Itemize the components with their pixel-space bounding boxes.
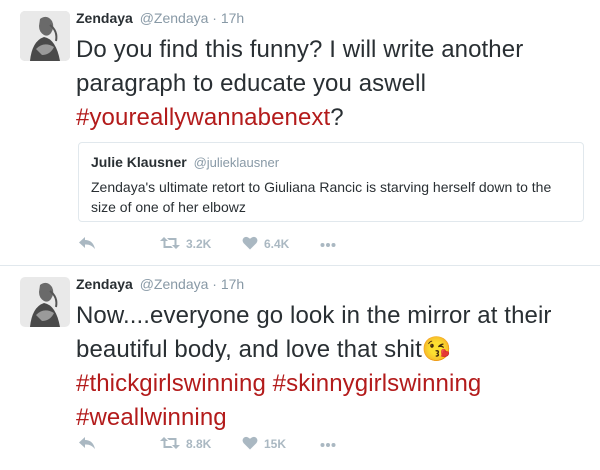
tweet-text-part: Do you find this funny? I will write ano… [76,36,524,97]
avatar[interactable] [20,277,70,327]
more-button[interactable] [320,234,336,254]
like-button[interactable]: 15K [242,434,286,454]
tweet-text: Do you find this funny? I will write ano… [76,33,586,135]
more-icon [320,237,336,251]
avatar[interactable] [20,11,70,61]
separator-dot: · [212,10,217,26]
tweet-actions: 3.2K 6.4K [76,234,476,254]
retweet-count: 8.8K [186,437,212,451]
retweet-count: 3.2K [186,237,212,251]
like-count: 6.4K [264,237,290,251]
display-name[interactable]: Zendaya [76,10,133,26]
reply-icon [78,436,96,453]
tweet-text-part: Now....everyone go look in the mirror at… [76,302,552,363]
quoted-display-name: Julie Klausner [91,154,187,170]
quoted-user-handle: @julieklausner [193,155,280,170]
tweet-header: Zendaya @Zendaya · 17h [76,9,244,27]
like-count: 15K [264,437,287,451]
heart-icon [242,236,258,253]
more-button[interactable] [320,434,336,454]
timestamp[interactable]: 17h [221,276,244,292]
separator-dot: · [212,276,217,292]
retweet-button[interactable]: 8.8K [160,434,211,454]
user-handle[interactable]: @Zendaya [140,276,209,292]
reply-icon [78,236,96,253]
hashtag-link[interactable]: #weallwinning [76,404,227,431]
hashtag-link[interactable]: #skinnygirlswinning [273,370,482,397]
more-icon [320,437,336,451]
retweet-button[interactable]: 3.2K [160,234,211,254]
quoted-tweet-header: Julie Klausner @julieklausner [91,153,279,172]
timeline: Zendaya @Zendaya · 17h Do you find this … [0,0,600,470]
tweet-header: Zendaya @Zendaya · 17h [76,275,244,293]
kiss-emoji: 😘 [421,336,452,363]
quoted-tweet-text: Zendaya's ultimate retort to Giuliana Ra… [91,179,552,215]
timestamp[interactable]: 17h [221,10,244,26]
tweet-text: Now....everyone go look in the mirror at… [76,299,586,435]
quoted-tweet[interactable]: Julie Klausner @julieklausner Zendaya's … [78,142,584,222]
tweet[interactable]: Zendaya @Zendaya · 17h Do you find this … [0,0,600,266]
heart-icon [242,436,258,453]
reply-button[interactable] [78,234,96,254]
display-name[interactable]: Zendaya [76,276,133,292]
reply-button[interactable] [78,434,96,454]
retweet-icon [160,436,180,453]
user-handle[interactable]: @Zendaya [140,10,209,26]
like-button[interactable]: 6.4K [242,234,289,254]
hashtag-link[interactable]: #thickgirlswinning [76,370,266,397]
tweet[interactable]: Zendaya @Zendaya · 17h Now....everyone g… [0,266,600,470]
hashtag-link[interactable]: #youreallywannabenext [76,104,330,131]
tweet-text-part: ? [330,104,344,131]
retweet-icon [160,236,180,253]
tweet-actions: 8.8K 15K [76,434,476,454]
